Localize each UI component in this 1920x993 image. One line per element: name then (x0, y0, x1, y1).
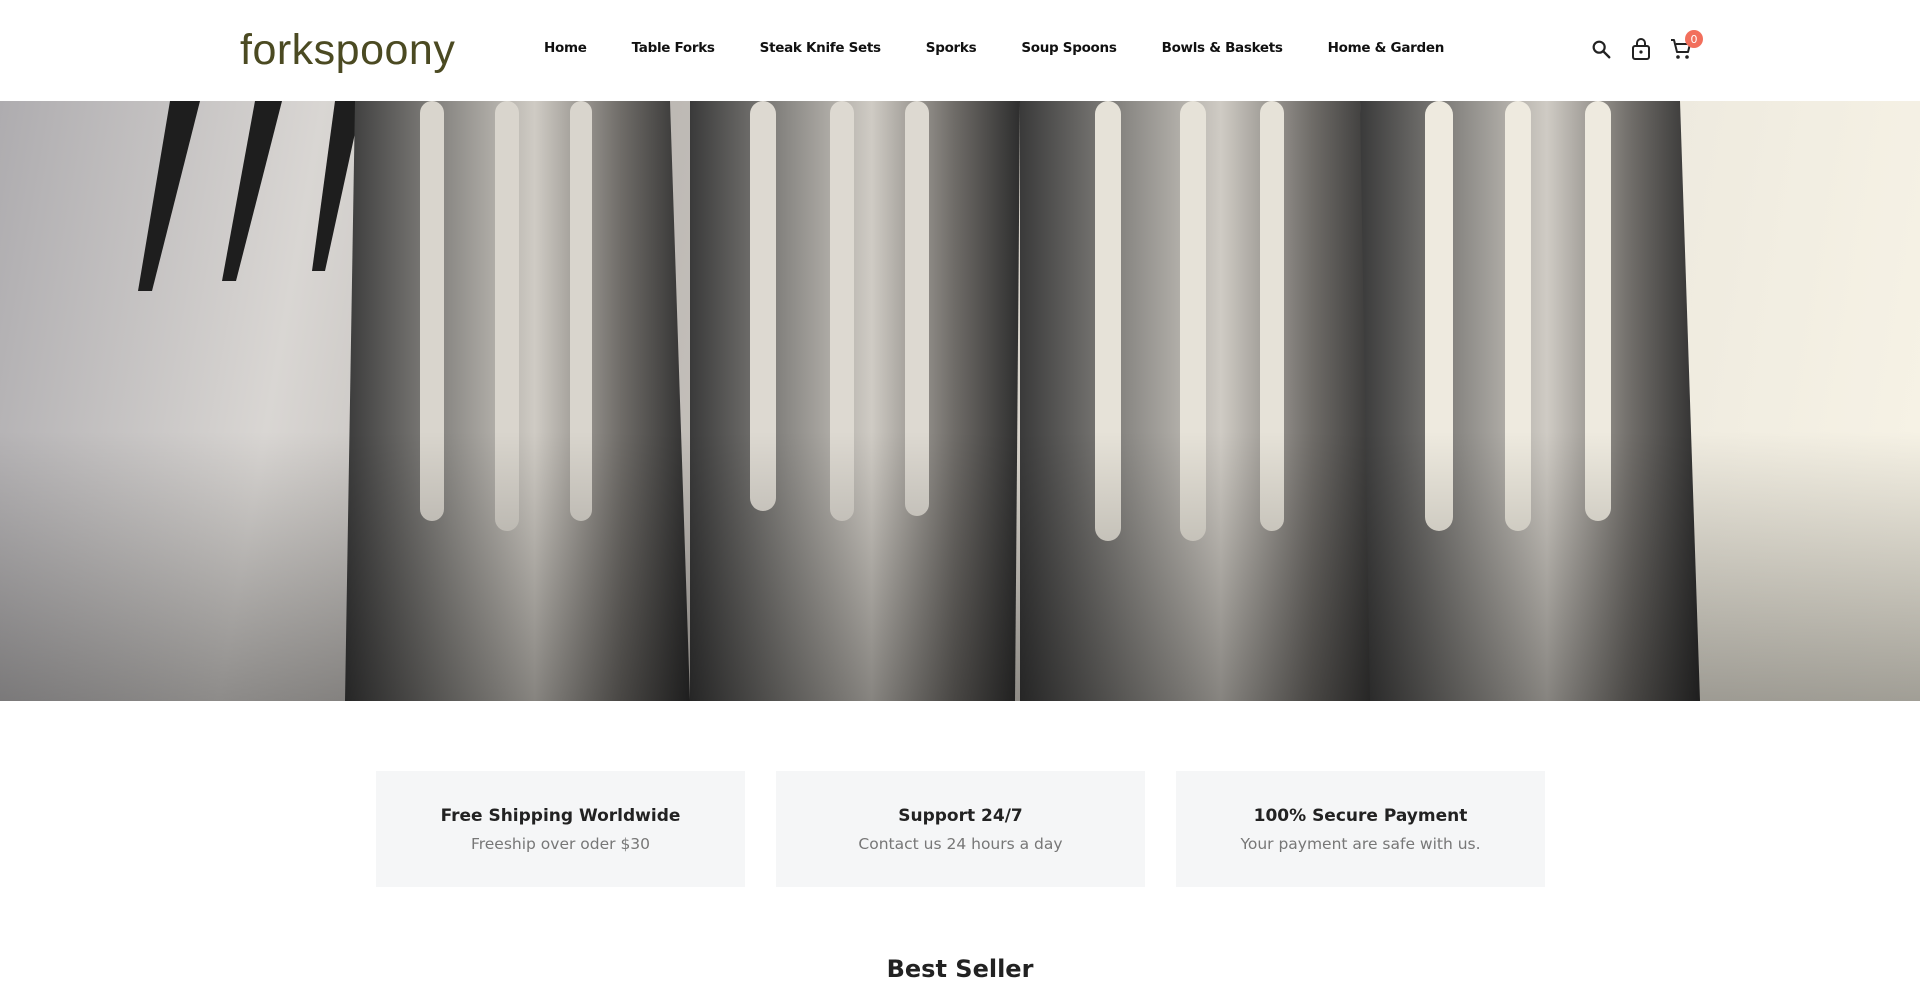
feature-subtitle: Freeship over oder $30 (470, 834, 651, 853)
nav-table-forks[interactable]: Table Forks (632, 40, 715, 56)
header-icons: 0 (1588, 30, 1708, 62)
account-button[interactable] (1628, 36, 1654, 62)
search-icon (1592, 40, 1611, 59)
cart-count-badge: 0 (1685, 30, 1703, 48)
feature-subtitle: Your payment are safe with us. (1240, 834, 1481, 853)
nav-bowls-baskets[interactable]: Bowls & Baskets (1162, 40, 1283, 56)
nav-home-garden[interactable]: Home & Garden (1328, 40, 1445, 56)
search-button[interactable] (1588, 36, 1614, 62)
best-seller-heading: Best Seller (886, 955, 1034, 983)
site-logo[interactable]: forkspoony (240, 26, 455, 74)
feature-title: Free Shipping Worldwide (440, 805, 681, 826)
lock-bag-icon (1632, 38, 1650, 60)
feature-payment: 100% Secure Payment Your payment are saf… (1176, 771, 1545, 887)
main-nav: Home Table Forks Steak Knife Sets Sporks… (544, 40, 1489, 56)
feature-title: Support 24/7 (898, 805, 1023, 826)
hero-banner[interactable] (0, 101, 1920, 701)
feature-subtitle: Contact us 24 hours a day (858, 834, 1063, 853)
nav-soup-spoons[interactable]: Soup Spoons (1021, 40, 1117, 56)
cart-button[interactable]: 0 (1668, 30, 1703, 62)
nav-steak-knife-sets[interactable]: Steak Knife Sets (760, 40, 881, 56)
feature-support: Support 24/7 Contact us 24 hours a day (776, 771, 1145, 887)
nav-home[interactable]: Home (544, 40, 587, 56)
feature-title: 100% Secure Payment (1253, 805, 1468, 826)
features-row: Free Shipping Worldwide Freeship over od… (376, 771, 1576, 887)
nav-sporks[interactable]: Sporks (926, 40, 977, 56)
forks-hero-image (0, 101, 1920, 701)
feature-shipping: Free Shipping Worldwide Freeship over od… (376, 771, 745, 887)
site-header: forkspoony Home Table Forks Steak Knife … (0, 0, 1920, 101)
